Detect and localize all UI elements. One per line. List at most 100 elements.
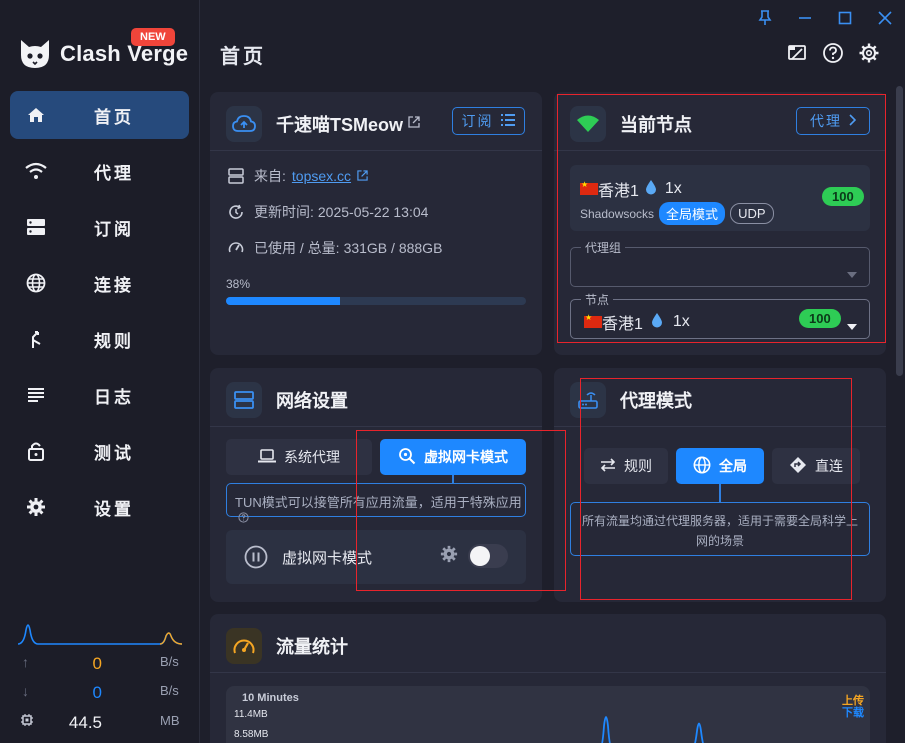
- traffic-stats-title: 流量统计: [276, 637, 348, 657]
- mode-direct-button[interactable]: 直连: [772, 448, 860, 484]
- fork-icon: [24, 327, 48, 351]
- water-drop-icon: [645, 179, 657, 200]
- current-node-info[interactable]: 香港1 1x Shadowsocks 全局模式 UDP 100: [570, 165, 870, 231]
- page-title: 首页: [220, 46, 266, 68]
- external-link-icon[interactable]: [408, 115, 420, 133]
- storage-icon: [226, 168, 246, 184]
- tun-mode-row: 虚拟网卡模式: [226, 530, 526, 584]
- sidebar-item-settings[interactable]: 设置: [10, 483, 189, 531]
- home-icon: [24, 103, 48, 127]
- sidebar-item-label: 设置: [94, 499, 134, 519]
- network-settings-title: 网络设置: [276, 391, 348, 411]
- sidebar-item-test[interactable]: 测试: [10, 427, 189, 475]
- router-icon: [570, 382, 606, 418]
- usage-percent: 38%: [226, 277, 251, 291]
- sidebar-item-connections[interactable]: 连接: [10, 259, 189, 307]
- download-speed: ↓ 0 B/s: [22, 683, 179, 702]
- usage-progress-bar: [226, 297, 526, 305]
- sidebar-item-label: 订阅: [94, 219, 134, 239]
- memory-chip-icon: [20, 713, 34, 730]
- sidebar: Clash Verge NEW 首页 代理 订阅 连接 规则 日志 测试 设置 …: [0, 0, 200, 743]
- traffic-sparkline: [18, 624, 182, 645]
- gear-icon: [24, 495, 48, 519]
- list-icon: [500, 113, 516, 129]
- direction-icon: [789, 456, 807, 477]
- profile-update-time: 更新时间: 2025-05-22 13:04: [226, 202, 428, 222]
- node-delay-badge: 100: [822, 187, 864, 206]
- sidebar-item-logs[interactable]: 日志: [10, 371, 189, 419]
- globe-icon: [24, 271, 48, 295]
- speedometer-icon: [226, 240, 246, 256]
- tun-hint: TUN模式可以接管所有应用流量，适用于特殊应用: [226, 483, 526, 523]
- globe-icon: [693, 456, 711, 477]
- pause-circle-icon: [244, 545, 268, 574]
- node-select-delay-badge: 100: [799, 309, 841, 328]
- sidebar-item-label: 首页: [94, 107, 134, 127]
- node-name: 香港1: [598, 183, 639, 200]
- tun-settings-gear-icon[interactable]: [440, 545, 458, 568]
- subscription-button[interactable]: 订阅: [452, 107, 525, 135]
- sidebar-item-proxy[interactable]: 代理: [10, 147, 189, 195]
- caret-down-icon: [847, 265, 857, 283]
- node-select[interactable]: 节点 香港1 1x 100: [570, 291, 870, 339]
- cloud-upload-icon: [226, 106, 262, 142]
- new-badge: NEW: [131, 28, 175, 46]
- caret-down-icon: [847, 317, 857, 335]
- laptop-icon: [258, 448, 276, 466]
- tun-mode-tab[interactable]: 虚拟网卡模式: [380, 439, 526, 475]
- source-link[interactable]: topsex.cc: [292, 168, 351, 184]
- water-drop-icon: [651, 312, 663, 333]
- mode-description: 所有流量均通过代理服务器，适用于需要全局科学上网的场景: [570, 502, 870, 556]
- proxy-mode-title: 代理模式: [620, 391, 692, 411]
- memory-usage: 44.5 MB: [0, 713, 200, 733]
- china-flag-icon: [580, 180, 598, 195]
- tun-search-icon: [398, 447, 416, 468]
- wifi-signal-icon: [570, 106, 606, 142]
- pin-icon[interactable]: [755, 8, 775, 28]
- cat-logo-icon: [21, 40, 49, 68]
- help-icon[interactable]: [822, 42, 844, 69]
- tun-row-label: 虚拟网卡模式: [282, 550, 373, 567]
- help-icon[interactable]: [238, 511, 249, 526]
- sidebar-item-subscription[interactable]: 订阅: [10, 203, 189, 251]
- proxy-nav-button[interactable]: 代理: [796, 107, 870, 135]
- upload-speed: ↑ 0 B/s: [22, 654, 179, 673]
- list-icon: [24, 383, 48, 407]
- sidebar-item-home[interactable]: 首页: [10, 91, 189, 139]
- lock-icon: [24, 439, 48, 463]
- mode-rule-button[interactable]: 规则: [584, 448, 668, 484]
- external-link-icon[interactable]: [357, 168, 368, 184]
- arrow-down-icon: ↓: [22, 683, 29, 699]
- minimize-icon[interactable]: [795, 8, 815, 28]
- close-icon[interactable]: [875, 8, 895, 28]
- udp-tag: UDP: [730, 203, 774, 224]
- node-multiplier: 1x: [664, 180, 682, 197]
- arrow-up-icon: ↑: [22, 654, 29, 670]
- mode-global-button[interactable]: 全局: [676, 448, 764, 484]
- sidebar-item-label: 日志: [94, 387, 134, 407]
- sidebar-item-label: 连接: [94, 275, 134, 295]
- maximize-icon[interactable]: [835, 8, 855, 28]
- tun-mode-toggle[interactable]: [468, 544, 508, 568]
- traffic-chart: 10 Minutes 上传 下载 11.4MB 8.58MB: [226, 686, 870, 743]
- system-proxy-tab[interactable]: 系统代理: [226, 439, 372, 475]
- profile-usage: 已使用 / 总量: 331GB / 888GB: [226, 238, 442, 258]
- sidebar-item-rules[interactable]: 规则: [10, 315, 189, 363]
- refresh-clock-icon: [226, 204, 246, 220]
- page-scrollbar[interactable]: [896, 86, 903, 376]
- sidebar-nav: 首页 代理 订阅 连接 规则 日志 测试 设置: [10, 91, 189, 539]
- storage-icon: [226, 382, 262, 418]
- speedometer-icon: [226, 628, 262, 664]
- mode-tag: 全局模式: [659, 202, 726, 225]
- traffic-chart-lines: [601, 716, 704, 743]
- current-node-title: 当前节点: [620, 115, 692, 135]
- header-actions: [786, 42, 880, 69]
- window-controls: [755, 8, 895, 28]
- swap-arrows-icon: [600, 457, 616, 475]
- usage-progress-fill: [226, 297, 340, 305]
- settings-gear-icon[interactable]: [858, 42, 880, 69]
- proxy-group-select[interactable]: 代理组: [570, 239, 870, 287]
- sidebar-item-label: 代理: [94, 163, 134, 183]
- profile-name[interactable]: 千速喵TSMeow: [276, 111, 403, 137]
- cast-icon[interactable]: [786, 42, 808, 69]
